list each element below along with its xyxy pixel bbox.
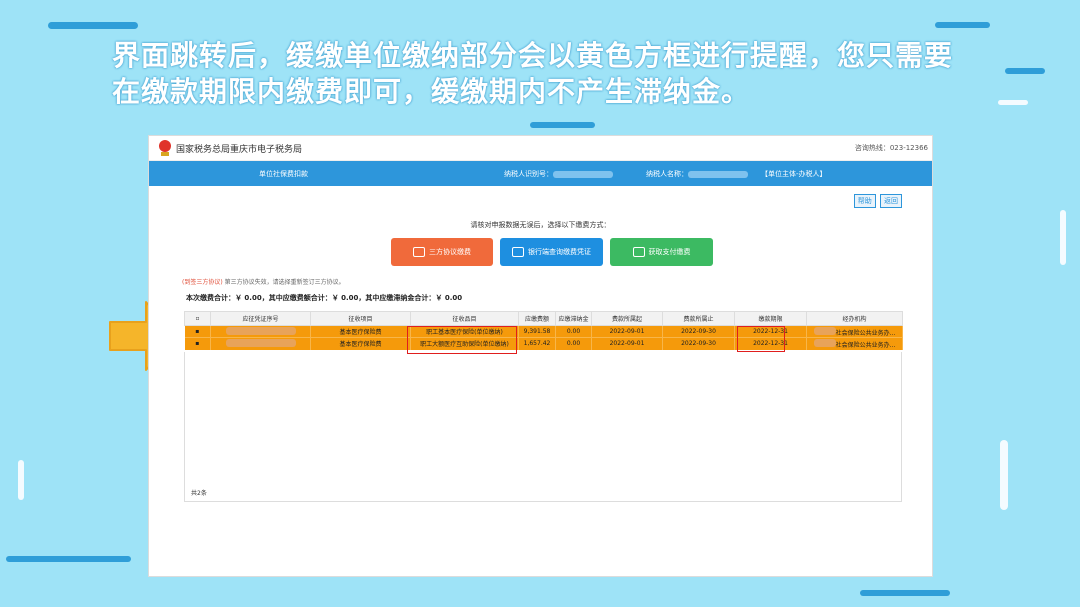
period-end: 2022-09-30 xyxy=(662,325,735,338)
help-button[interactable]: 帮助 xyxy=(853,194,876,208)
table-empty-area: 共2条 xyxy=(184,352,902,502)
agency: 社会保险公共业务办... xyxy=(806,325,903,338)
column-header: 费款所属起 xyxy=(591,311,663,326)
period-start: 2022-09-01 xyxy=(591,325,663,338)
column-header: 经办机构 xyxy=(806,311,903,326)
brush-stroke xyxy=(6,556,131,562)
taxpayer-id-label: 纳税人识别号： xyxy=(504,169,613,179)
sign-agreement-link[interactable]: (到签三方协议) xyxy=(182,279,223,286)
three-party-payment-button[interactable]: 三方协议缴费 xyxy=(391,238,493,266)
instruction-caption: 界面跳转后，缓缴单位缴纳部分会以黄色方框进行提醒，您只需要 在缴款期限内缴费即可… xyxy=(112,38,1012,110)
record-count: 共2条 xyxy=(191,490,207,497)
row-checkbox[interactable]: ▪ xyxy=(184,325,211,338)
amount-due: 9,391.58 xyxy=(518,325,556,338)
column-header: 应征凭证序号 xyxy=(210,311,311,326)
payment-prompt: 请核对申报数据无误后，选择以下缴费方式： xyxy=(470,221,611,229)
column-header: 征收品目 xyxy=(410,311,519,326)
voucher-number xyxy=(210,337,311,350)
tax-emblem-icon xyxy=(159,140,171,156)
caption-line-1: 界面跳转后，缓缴单位缴纳部分会以黄色方框进行提醒，您只需要 xyxy=(112,39,954,72)
brush-stroke xyxy=(530,122,595,128)
redacted-value xyxy=(813,326,836,335)
period-end: 2022-09-30 xyxy=(662,337,735,350)
redacted-value xyxy=(813,338,836,347)
button-label: 获取支付缴费 xyxy=(648,248,691,256)
column-header: 费款所属止 xyxy=(662,311,735,326)
layers-icon xyxy=(413,247,425,257)
period-start: 2022-09-01 xyxy=(591,337,663,350)
select-all-checkbox[interactable]: ▫ xyxy=(184,311,211,326)
table-row[interactable]: ▪ 基本医疗保险费 职工大额医疗互助保险(单位缴纳) 1,657.42 0.00… xyxy=(184,337,903,350)
back-button[interactable]: 返回 xyxy=(880,194,902,208)
brush-stroke xyxy=(1060,210,1066,265)
taxpayer-name-label: 纳税人名称： xyxy=(646,169,748,179)
utility-links: 帮助 返回 xyxy=(852,194,902,208)
highlight-item-box xyxy=(407,326,517,354)
caption-line-2: 在缴款期限内缴费即可，缓缴期内不产生滞纳金。 xyxy=(112,75,751,108)
card-icon xyxy=(632,247,645,257)
get-payment-button[interactable]: 获取支付缴费 xyxy=(610,238,713,266)
button-label: 三方协议缴费 xyxy=(429,248,471,256)
column-header: 缴款期限 xyxy=(734,311,807,326)
taxpayer-info-bar: 单位社保费扣款 纳税人识别号： 纳税人名称： 【单位主体-办税人】 xyxy=(149,161,932,186)
highlight-deadline-box xyxy=(737,326,785,352)
site-title: 国家税务总局重庆市电子税务局 xyxy=(176,145,303,155)
collection-project: 基本医疗保险费 xyxy=(310,325,411,338)
voucher-number xyxy=(210,325,311,338)
agreement-note: (到签三方协议) 第三方协议失效，请选择重新签订三方协议。 xyxy=(182,277,345,286)
payment-totals: 本次缴费合计：￥ 0.00，其中应缴费额合计：￥ 0.00，其中应缴滞纳金合计：… xyxy=(186,294,463,302)
redacted-name xyxy=(688,170,748,178)
column-header: 应缴费额 xyxy=(518,311,556,326)
table-row[interactable]: ▪ 基本医疗保险费 职工基本医疗保险(单位缴纳) 9,391.58 0.00 2… xyxy=(184,325,903,338)
role-label: 【单位主体-办税人】 xyxy=(761,170,827,178)
redacted-value xyxy=(225,338,296,347)
redacted-id xyxy=(553,170,613,178)
redacted-value xyxy=(225,326,296,335)
note-text: 第三方协议失效，请选择重新签订三方协议。 xyxy=(222,279,345,286)
agency: 社会保险公共业务办... xyxy=(806,337,903,350)
brush-stroke xyxy=(18,460,24,500)
column-header: 征收项目 xyxy=(310,311,411,326)
hotline-text: 咨询热线：023-12366 xyxy=(854,144,928,152)
collection-project: 基本医疗保险费 xyxy=(310,337,411,350)
table-header-row: ▫ 应征凭证序号 征收项目 征收品目 应缴费额 应缴滞纳金 费款所属起 费款所属… xyxy=(184,311,903,326)
bank-icon xyxy=(512,247,524,257)
section-title: 单位社保费扣款 xyxy=(259,170,308,178)
tax-bureau-window: 国家税务总局重庆市电子税务局 咨询热线：023-12366 单位社保费扣款 纳税… xyxy=(148,135,933,577)
brush-stroke xyxy=(1000,440,1008,510)
site-header: 国家税务总局重庆市电子税务局 咨询热线：023-12366 xyxy=(149,136,932,161)
bank-voucher-payment-button[interactable]: 银行端查询缴费凭证 xyxy=(500,238,603,266)
payment-table: ▫ 应征凭证序号 征收项目 征收品目 应缴费额 应缴滞纳金 费款所属起 费款所属… xyxy=(184,311,903,350)
button-label: 银行端查询缴费凭证 xyxy=(528,248,591,256)
amount-due: 1,657.42 xyxy=(518,337,556,350)
column-header: 应缴滞纳金 xyxy=(555,311,592,326)
late-fee: 0.00 xyxy=(555,325,592,338)
brush-stroke xyxy=(48,22,138,29)
late-fee: 0.00 xyxy=(555,337,592,350)
row-checkbox[interactable]: ▪ xyxy=(184,337,211,350)
brush-stroke xyxy=(935,22,990,28)
brush-stroke xyxy=(860,590,950,596)
